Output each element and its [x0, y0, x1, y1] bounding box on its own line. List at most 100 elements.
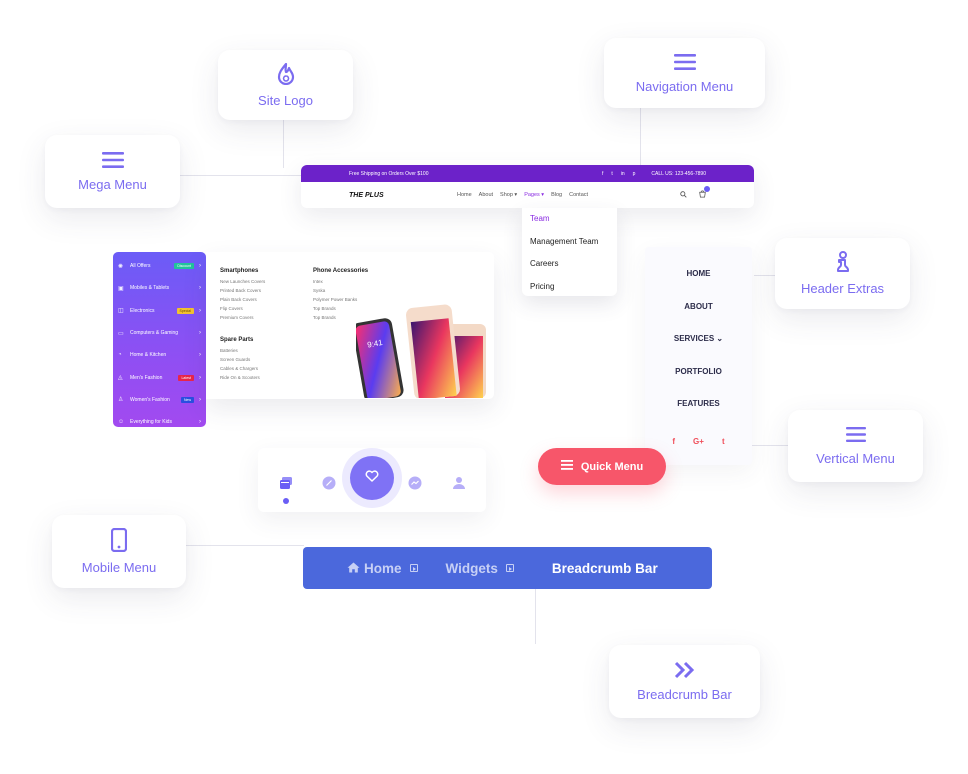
category-icon: ◫	[118, 308, 124, 315]
mega-menu-label: Mega Menu	[78, 177, 147, 192]
breadcrumb-home[interactable]: Home	[347, 561, 402, 576]
pinterest-icon[interactable]: p	[633, 171, 636, 177]
chevron-right-icon: ›	[199, 374, 201, 381]
connector-line	[640, 108, 641, 166]
mobile-menu-card[interactable]: Mobile Menu	[52, 515, 186, 588]
breadcrumb-bar: Home Widgets Breadcrumb Bar	[303, 547, 712, 589]
facebook-icon[interactable]: f	[672, 437, 675, 446]
mega-link[interactable]: Ride On & Scooters	[220, 375, 260, 384]
messenger-icon[interactable]	[408, 476, 422, 490]
mega-sidebar-item[interactable]: ▣ Mobiles & Tablets ›	[118, 277, 201, 299]
header-extras-label: Header Extras	[800, 281, 885, 296]
header-extras-card[interactable]: Header Extras	[775, 238, 910, 309]
category-label: Mobiles & Tablets	[130, 285, 170, 292]
mega-link[interactable]: Flip Covers	[220, 306, 265, 315]
site-logo-text[interactable]: THE PLUS	[349, 192, 457, 199]
category-badge: Special	[176, 307, 194, 314]
vertical-menu-label: Vertical Menu	[816, 451, 895, 466]
vmenu-item-features[interactable]: FEATURES	[645, 399, 752, 408]
mobile-bottom-bar	[258, 448, 486, 512]
mega-link[interactable]: New Launches Covers	[220, 279, 265, 288]
phone-number: CALL US: 123-456-7890	[651, 170, 706, 177]
nav-link-home[interactable]: Home	[457, 192, 472, 198]
breadcrumb-bar-card[interactable]: Breadcrumb Bar	[609, 645, 760, 718]
google-plus-icon[interactable]: G+	[693, 437, 704, 446]
breadcrumb-current: Breadcrumb Bar	[551, 560, 658, 576]
search-icon[interactable]	[680, 190, 687, 200]
header-mainbar: THE PLUS Home About Shop ▾ Pages ▾ Blog …	[301, 182, 754, 208]
category-badge: Latest	[178, 374, 194, 381]
dropdown-item-management-team[interactable]: Management Team	[530, 235, 609, 258]
user-icon[interactable]	[452, 476, 466, 490]
nav-link-shop[interactable]: Shop ▾	[500, 192, 517, 198]
quick-menu-button[interactable]: Quick Menu	[538, 448, 666, 485]
twitter-icon[interactable]: t	[611, 171, 612, 177]
category-badge: New	[180, 396, 194, 403]
mega-sidebar-item[interactable]: ◫ Electronics Special ›	[118, 300, 201, 322]
mega-link[interactable]: Plain Back Covers	[220, 297, 265, 306]
mega-link[interactable]: Syska	[313, 288, 368, 297]
navigation-menu-card[interactable]: Navigation Menu	[604, 38, 765, 108]
phone-middle	[406, 304, 460, 400]
hamburger-icon	[560, 460, 573, 473]
mega-column-smartphones: Smartphones New Launches Covers Printed …	[220, 268, 265, 324]
breadcrumb-widgets[interactable]: Widgets	[446, 561, 498, 576]
twitter-icon[interactable]: t	[722, 437, 725, 446]
category-label: Men's Fashion	[130, 374, 163, 381]
mega-sidebar-item[interactable]: ♙ Women's Fashion New ›	[118, 389, 201, 411]
smartphone-icon	[111, 528, 127, 552]
nav-link-blog[interactable]: Blog	[551, 192, 562, 198]
favorites-button[interactable]	[350, 456, 394, 500]
mega-link[interactable]: Batteries	[220, 348, 260, 357]
mega-link[interactable]: Cables & Chargers	[220, 366, 260, 375]
category-label: Computers & Gaming	[130, 330, 179, 337]
vmenu-item-about[interactable]: ABOUT	[645, 302, 752, 311]
category-label: Home & Kitchen	[130, 352, 167, 359]
category-label: Electronics	[130, 307, 155, 314]
chevron-right-icon: ›	[199, 285, 201, 292]
category-icon: ♙	[118, 397, 124, 404]
compass-icon[interactable]	[322, 476, 336, 490]
chevron-right-icon: ›	[199, 307, 201, 314]
vmenu-item-services[interactable]: SERVICES ⌄	[645, 334, 752, 343]
vmenu-item-portfolio[interactable]: PORTFOLIO	[645, 367, 752, 376]
cart-icon[interactable]	[699, 186, 710, 200]
dropdown-item-pricing[interactable]: Pricing	[530, 280, 609, 303]
active-indicator	[283, 498, 289, 504]
mega-link[interactable]: Screen Guards	[220, 357, 260, 366]
category-icon: ▣	[118, 285, 124, 292]
site-logo-card[interactable]: Site Logo	[218, 50, 353, 120]
phone-front: 9:41	[352, 318, 404, 402]
site-logo-label: Site Logo	[258, 92, 313, 108]
navigation-menu-label: Navigation Menu	[635, 78, 734, 94]
mega-menu-card[interactable]: Mega Menu	[45, 135, 180, 208]
header-topbar: Free Shipping on Orders Over $100 f t in…	[301, 165, 754, 182]
hamburger-icon	[101, 151, 124, 169]
facebook-icon[interactable]: f	[602, 171, 603, 177]
mega-sidebar-item[interactable]: ▭ Computers & Gaming ›	[118, 322, 201, 344]
mega-sidebar-item[interactable]: ◔ Home & Kitchen ›	[118, 344, 201, 366]
vertical-menu-card[interactable]: Vertical Menu	[788, 410, 923, 482]
header-nav: Home About Shop ▾ Pages ▾ Blog Contact	[457, 192, 680, 198]
nav-link-pages[interactable]: Pages ▾	[524, 192, 544, 198]
nav-link-about[interactable]: About	[479, 192, 493, 198]
mega-sidebar-item[interactable]: ✺ All Offers Discount ›	[118, 255, 201, 277]
vertical-menu-preview: HOME ABOUT SERVICES ⌄ PORTFOLIO FEATURES…	[645, 247, 752, 465]
instagram-icon[interactable]: in	[621, 171, 625, 177]
cards-icon[interactable]	[279, 476, 293, 490]
category-icon: ☺	[118, 419, 125, 426]
mega-sidebar-item[interactable]: ☺ Everything for Kids ›	[118, 411, 201, 433]
dropdown-item-team[interactable]: Team	[530, 212, 609, 235]
vmenu-item-home[interactable]: HOME	[645, 269, 752, 278]
mega-link[interactable]: Intex	[313, 279, 368, 288]
mega-link[interactable]: Premium Covers	[220, 315, 265, 324]
flame-icon	[277, 62, 295, 85]
mega-link[interactable]: Printed Back Covers	[220, 288, 265, 297]
connector-line	[186, 545, 304, 546]
breadcrumb-separator-icon	[409, 564, 418, 572]
topbar-socials: f t in p	[602, 171, 635, 177]
dropdown-item-careers[interactable]: Careers	[530, 257, 609, 280]
mega-sidebar-item[interactable]: ◬ Men's Fashion Latest ›	[118, 366, 201, 388]
chevron-right-icon: ›	[199, 352, 201, 359]
nav-link-contact[interactable]: Contact	[569, 192, 588, 198]
